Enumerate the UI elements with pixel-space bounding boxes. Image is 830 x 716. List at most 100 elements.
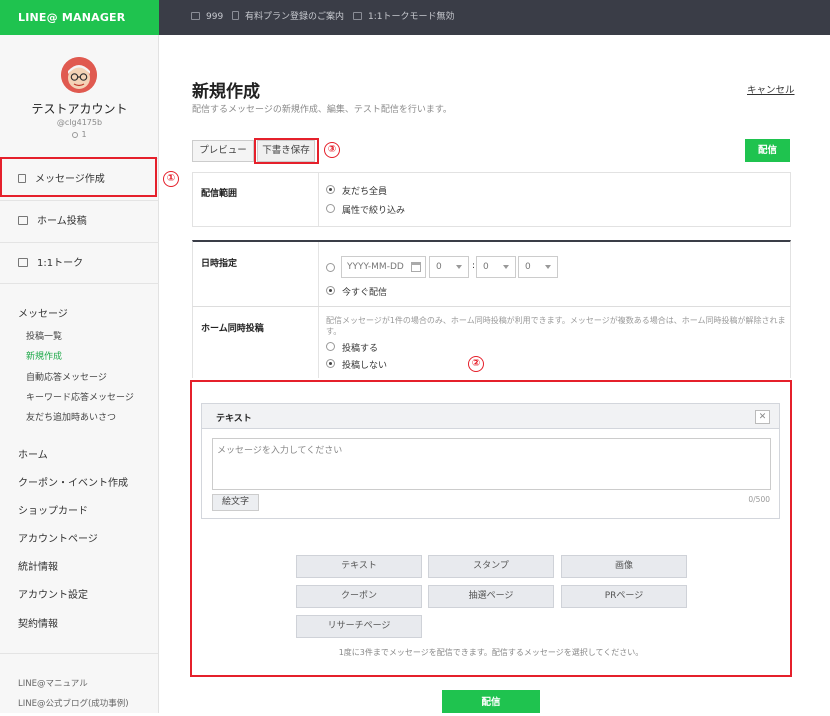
sidebar-item-label: 1:1トーク xyxy=(37,258,84,269)
send-button-bottom[interactable]: 配信 xyxy=(442,690,540,713)
types-note: 1度に3件までメッセージを配信できます。配信するメッセージを選択してください。 xyxy=(338,648,644,657)
range-option-filter: 属性で絞り込み xyxy=(342,206,406,216)
blog-link[interactable]: LINE@公式ブログ(成功事例) xyxy=(18,697,129,709)
date-label: 日時指定 xyxy=(201,259,238,269)
type-button-lottery[interactable]: 抽選ページ xyxy=(428,585,554,608)
chevron-down-icon xyxy=(503,265,509,269)
sidebar-item-shopcard[interactable]: ショップカード xyxy=(18,502,88,517)
type-button-text[interactable]: テキスト xyxy=(296,555,422,578)
highlight-box-3 xyxy=(254,138,319,164)
sidebar-section-message[interactable]: メッセージ xyxy=(18,305,68,320)
account-avatar[interactable] xyxy=(61,57,97,93)
range-label: 配信範囲 xyxy=(201,189,238,199)
char-counter: 0/500 xyxy=(748,495,770,504)
chat-icon xyxy=(353,11,362,20)
sidebar-sub-auto-reply[interactable]: 自動応答メッセージ xyxy=(26,370,107,383)
emoji-button[interactable]: 絵文字 xyxy=(212,494,259,511)
home-option-post: 投稿する xyxy=(342,344,379,354)
minute-select[interactable]: 0 xyxy=(476,256,516,278)
minute-value: 0 xyxy=(483,262,489,272)
send-now-label: 今すぐ配信 xyxy=(342,288,388,298)
type-button-research[interactable]: リサーチページ xyxy=(296,615,422,638)
hour-select[interactable]: 0 xyxy=(429,256,469,278)
document-icon xyxy=(232,11,239,20)
date-placeholder: YYYY-MM-DD xyxy=(347,262,404,272)
sidebar-divider xyxy=(0,653,158,654)
range-option-all: 友だち全員 xyxy=(342,187,388,197)
sidebar-sub-post-list[interactable]: 投稿一覧 xyxy=(26,329,62,342)
page-subtitle: 配信するメッセージの新規作成、編集、テスト配信を行います。 xyxy=(192,105,452,115)
calendar-icon[interactable] xyxy=(411,262,421,272)
send-button-top[interactable]: 配信 xyxy=(745,139,790,162)
sidebar-item-coupon[interactable]: クーポン・イベント作成 xyxy=(18,474,128,489)
sidebar-item-home-post[interactable]: ホーム投稿 xyxy=(0,200,159,242)
sidebar-item-label: ホーム投稿 xyxy=(37,216,87,227)
hour-value: 0 xyxy=(436,262,442,272)
page-title: 新規作成 xyxy=(192,82,260,102)
highlight-box-1 xyxy=(0,157,157,197)
app-logo[interactable]: LINE@ MANAGER xyxy=(0,0,159,35)
home-radio-post[interactable] xyxy=(326,342,335,351)
chat-icon xyxy=(18,257,28,267)
form-row-date: 日時指定 YYYY-MM-DD 0 : 0 0 今すぐ配信 xyxy=(192,240,791,306)
message-icon xyxy=(191,11,200,20)
form-split xyxy=(318,242,319,306)
date-radio-now[interactable] xyxy=(326,286,335,295)
range-radio-filter[interactable] xyxy=(326,204,335,213)
type-button-pr-page[interactable]: PRページ xyxy=(561,585,687,608)
type-button-image[interactable]: 画像 xyxy=(561,555,687,578)
sidebar-sub-keyword-reply[interactable]: キーワード応答メッセージ xyxy=(26,390,134,403)
sidebar-item-home[interactable]: ホーム xyxy=(18,446,48,461)
avatar-face-icon xyxy=(61,57,97,93)
message-placeholder: メッセージを入力してください xyxy=(217,446,343,456)
home-radio-no-post[interactable] xyxy=(326,359,335,368)
notification-count[interactable]: 999 xyxy=(191,0,223,35)
sidebar: テストアカウント @clg4175b 1 メッセージ作成 ホーム投稿 1:1トー… xyxy=(0,35,159,713)
annotation-marker-1: ① xyxy=(163,171,179,187)
preview-button[interactable]: プレビュー xyxy=(192,140,254,162)
range-radio-all[interactable] xyxy=(326,185,335,194)
talk-mode-status[interactable]: 1:1トークモード無効 xyxy=(353,0,455,35)
notification-count-value: 999 xyxy=(206,12,224,22)
type-button-stamp[interactable]: スタンプ xyxy=(428,555,554,578)
plan-link-label: 有料プラン登録のご案内 xyxy=(245,12,345,22)
sidebar-sub-new-create[interactable]: 新規作成 xyxy=(26,349,62,362)
chevron-down-icon xyxy=(545,265,551,269)
card-header: テキスト ✕ xyxy=(202,404,779,429)
sidebar-item-contract[interactable]: 契約情報 xyxy=(18,615,58,630)
sidebar-item-account-settings[interactable]: アカウント設定 xyxy=(18,586,88,601)
person-icon xyxy=(72,131,79,138)
follower-count: 1 xyxy=(0,130,159,139)
annotation-marker-2: ② xyxy=(468,356,484,372)
second-value: 0 xyxy=(525,262,531,272)
home-post-label: ホーム同時投稿 xyxy=(201,324,264,334)
home-post-note: 配信メッセージが1件の場合のみ、ホーム同時投稿が利用できます。メッセージが複数あ… xyxy=(326,316,786,336)
form-split xyxy=(318,307,319,378)
sidebar-item-stats[interactable]: 統計情報 xyxy=(18,558,58,573)
close-icon[interactable]: ✕ xyxy=(755,410,770,424)
sidebar-item-account-page[interactable]: アカウントページ xyxy=(18,530,98,545)
message-textarea[interactable]: メッセージを入力してください xyxy=(212,438,771,490)
second-select[interactable]: 0 xyxy=(518,256,558,278)
text-message-card: テキスト ✕ メッセージを入力してください 絵文字 0/500 xyxy=(201,403,780,519)
date-input[interactable]: YYYY-MM-DD xyxy=(341,256,426,278)
form-row-range: 配信範囲 友だち全員 属性で絞り込み xyxy=(192,172,791,227)
edit-icon xyxy=(18,215,28,225)
home-option-no-post: 投稿しない xyxy=(342,361,388,371)
annotation-marker-3: ③ xyxy=(324,142,340,158)
date-radio-scheduled[interactable] xyxy=(326,263,335,272)
card-title: テキスト xyxy=(216,414,252,424)
time-separator: : xyxy=(472,261,476,271)
sidebar-sub-greeting[interactable]: 友だち追加時あいさつ xyxy=(26,410,116,423)
plan-link[interactable]: 有料プラン登録のご案内 xyxy=(232,0,344,35)
manual-link[interactable]: LINE@マニュアル xyxy=(18,677,88,689)
type-button-coupon[interactable]: クーポン xyxy=(296,585,422,608)
form-split xyxy=(318,173,319,226)
cancel-link[interactable]: キャンセル xyxy=(747,82,795,96)
talk-mode-label: 1:1トークモード無効 xyxy=(368,12,455,22)
account-id: @clg4175b xyxy=(56,118,103,127)
form-row-home-post: ホーム同時投稿 配信メッセージが1件の場合のみ、ホーム同時投稿が利用できます。メ… xyxy=(192,306,791,378)
sidebar-item-talk[interactable]: 1:1トーク xyxy=(0,242,159,284)
account-name: テストアカウント xyxy=(31,102,128,116)
follower-count-value: 1 xyxy=(81,130,87,139)
